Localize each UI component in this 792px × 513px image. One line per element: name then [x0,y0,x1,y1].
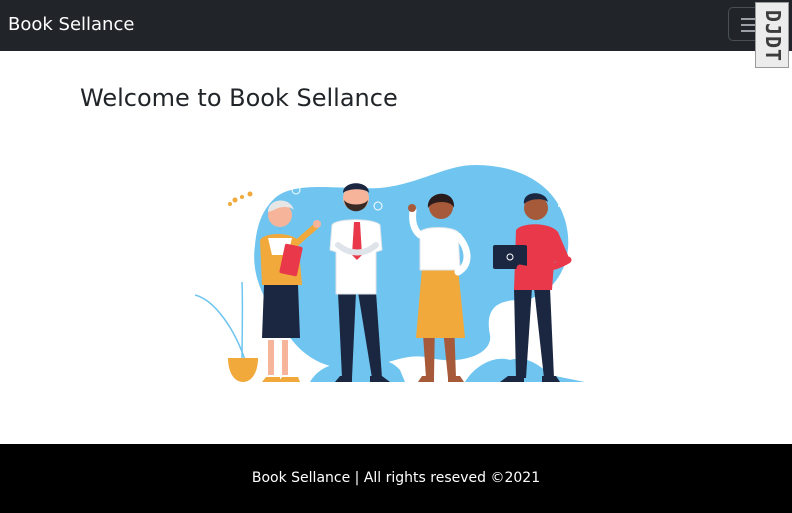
page-title: Welcome to Book Sellance [80,84,398,112]
page-footer: Book Sellance | All rights reseved ©2021 [0,444,792,513]
debug-toolbar-handle[interactable]: DJDT [755,2,789,68]
debug-toolbar-label: DJDT [761,9,785,63]
top-navbar: Book Sellance [0,0,792,51]
team-people-illustration [194,165,585,382]
navbar-brand[interactable]: Book Sellance [8,13,134,37]
footer-copyright: Book Sellance | All rights reseved ©2021 [251,470,541,486]
